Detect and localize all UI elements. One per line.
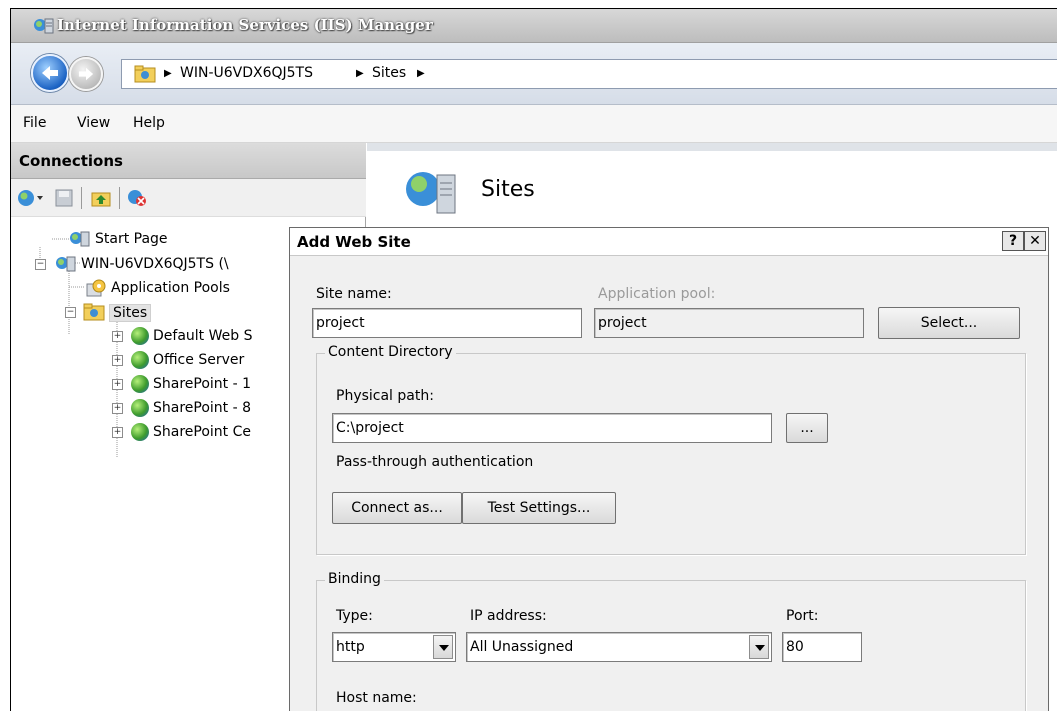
- server-icon: [56, 256, 76, 272]
- collapse-icon[interactable]: −: [35, 259, 46, 270]
- iis-manager-window: Internet Information Services (IIS) Mana…: [10, 8, 1057, 711]
- globe-icon: [131, 399, 149, 417]
- delete-connection-icon[interactable]: [127, 189, 147, 207]
- expand-icon[interactable]: +: [112, 331, 123, 342]
- help-button[interactable]: ?: [1002, 231, 1024, 251]
- tree-label: Default Web S: [153, 328, 253, 344]
- application-pool-field: project: [594, 308, 864, 338]
- iis-app-icon: [34, 18, 54, 34]
- tree-label: Start Page: [95, 231, 168, 247]
- window-title: Internet Information Services (IIS) Mana…: [57, 16, 433, 34]
- breadcrumb-sites[interactable]: Sites: [372, 65, 406, 81]
- connect-globe-icon[interactable]: [17, 189, 45, 207]
- tree-label: Sites: [109, 304, 152, 322]
- select-button[interactable]: Select...: [878, 307, 1020, 339]
- expand-icon[interactable]: +: [112, 379, 123, 390]
- tree-label: SharePoint Ce: [153, 424, 251, 440]
- dropdown-arrow-icon[interactable]: [749, 635, 769, 659]
- folder-icon: [134, 65, 156, 83]
- tree-label: WIN-U6VDX6QJ5TS (\: [81, 256, 229, 272]
- collapse-icon[interactable]: −: [65, 307, 76, 318]
- site-name-label: Site name:: [316, 286, 392, 302]
- tree-label: Application Pools: [111, 280, 230, 296]
- expand-icon[interactable]: +: [112, 403, 123, 414]
- navigation-bar: ▶ WIN-U6VDX6QJ5TS ▶ Sites ▶: [11, 43, 1057, 105]
- content-directory-title: Content Directory: [325, 344, 456, 360]
- breadcrumb-arrow-icon[interactable]: ▶: [356, 68, 364, 79]
- breadcrumb-arrow-icon[interactable]: ▶: [417, 68, 425, 79]
- expand-icon[interactable]: +: [112, 427, 123, 438]
- binding-title: Binding: [325, 571, 384, 587]
- type-label: Type:: [336, 608, 373, 624]
- sites-folder-icon: [83, 303, 105, 321]
- site-name-input[interactable]: project: [312, 308, 582, 338]
- page-title: Sites: [481, 177, 535, 202]
- up-folder-icon[interactable]: [91, 189, 111, 207]
- tree-label: SharePoint - 1: [153, 376, 252, 392]
- connect-as-button[interactable]: Connect as...: [332, 492, 462, 524]
- sites-globe-icon: [406, 172, 456, 214]
- physical-path-label: Physical path:: [336, 388, 434, 404]
- ip-address-label: IP address:: [470, 608, 547, 624]
- breadcrumb-arrow-icon[interactable]: ▶: [164, 68, 172, 79]
- tree-label: Office Server: [153, 352, 245, 368]
- menu-help[interactable]: Help: [133, 115, 165, 131]
- start-page-icon: [70, 231, 90, 247]
- ip-address-value: All Unassigned: [470, 639, 574, 655]
- globe-icon: [131, 375, 149, 393]
- close-button[interactable]: ✕: [1024, 231, 1046, 251]
- host-name-label: Host name:: [336, 690, 417, 706]
- ip-address-select[interactable]: All Unassigned: [466, 632, 772, 662]
- connections-toolbar: [11, 179, 366, 217]
- address-box[interactable]: ▶ WIN-U6VDX6QJ5TS ▶ Sites ▶: [121, 59, 1057, 89]
- dialog-title-bar: Add Web Site ? ✕: [290, 228, 1048, 256]
- test-settings-button[interactable]: Test Settings...: [462, 492, 616, 524]
- globe-icon: [131, 351, 149, 369]
- pass-through-authentication-label: Pass-through authentication: [336, 454, 534, 470]
- tree-label: SharePoint - 8: [153, 400, 252, 416]
- physical-path-input[interactable]: C:\project: [332, 413, 772, 443]
- dialog-title: Add Web Site: [297, 233, 411, 251]
- application-pools-icon: [86, 279, 106, 297]
- add-web-site-dialog: Add Web Site ? ✕ Site name: project Appl…: [289, 227, 1049, 711]
- toolbar-divider: [119, 187, 120, 209]
- connections-header: Connections: [11, 143, 366, 179]
- type-value: http: [336, 639, 365, 655]
- connections-title: Connections: [19, 152, 123, 170]
- breadcrumb-server[interactable]: WIN-U6VDX6QJ5TS: [180, 65, 313, 81]
- port-label: Port:: [786, 608, 819, 624]
- application-pool-label: Application pool:: [598, 286, 716, 302]
- browse-button[interactable]: ...: [786, 413, 828, 443]
- toolbar-divider: [81, 187, 82, 209]
- expand-icon[interactable]: +: [112, 355, 123, 366]
- save-icon[interactable]: [55, 189, 73, 207]
- forward-arrow-icon: [78, 67, 94, 81]
- dropdown-arrow-icon[interactable]: [433, 635, 453, 659]
- title-bar: Internet Information Services (IIS) Mana…: [11, 9, 1057, 43]
- globe-icon: [131, 423, 149, 441]
- port-input[interactable]: 80: [782, 632, 862, 662]
- forward-button[interactable]: [69, 57, 103, 91]
- panel-top-strip: [367, 143, 1057, 151]
- back-arrow-icon: [42, 66, 58, 80]
- menu-bar: File View Help: [11, 105, 1057, 143]
- globe-icon: [131, 327, 149, 345]
- back-button[interactable]: [31, 54, 69, 92]
- type-select[interactable]: http: [332, 632, 456, 662]
- menu-view[interactable]: View: [77, 115, 110, 131]
- menu-file[interactable]: File: [23, 115, 46, 131]
